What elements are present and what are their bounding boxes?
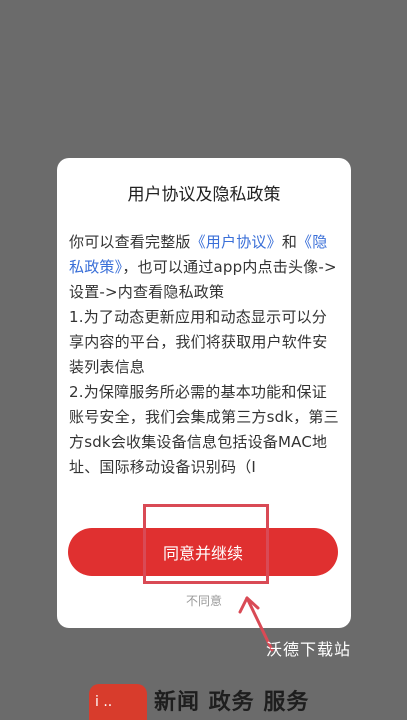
- agree-button[interactable]: 同意并继续: [68, 528, 338, 576]
- dialog-body[interactable]: 你可以查看完整版《用户协议》和《隐私政策》，也可以通过app内点击头像->设置-…: [69, 230, 341, 522]
- disagree-button[interactable]: 不同意: [57, 592, 351, 609]
- privacy-dialog: 用户协议及隐私政策 你可以查看完整版《用户协议》和《隐私政策》，也可以通过app…: [57, 158, 351, 628]
- user-agreement-link[interactable]: 《用户协议》: [191, 233, 282, 251]
- intro-prefix: 你可以查看完整版: [69, 233, 191, 251]
- intro-and: 和: [281, 233, 298, 251]
- app-logo-text: i ..: [95, 694, 113, 710]
- app-logo-icon: i ..: [89, 684, 147, 720]
- policy-item-1: 1.为了动态更新应用和动态显示可以分享内容的平台，我们将获取用户软件安装列表信息: [69, 308, 328, 376]
- app-slogan: 新闻 政务 服务: [154, 690, 310, 715]
- dialog-title: 用户协议及隐私政策: [127, 185, 281, 205]
- policy-item-2: 2.为保障服务所必需的基本功能和保证账号安全，我们会集成第三方sdk，第三方sd…: [69, 383, 339, 476]
- watermark-text: 沃德下载站: [266, 640, 352, 659]
